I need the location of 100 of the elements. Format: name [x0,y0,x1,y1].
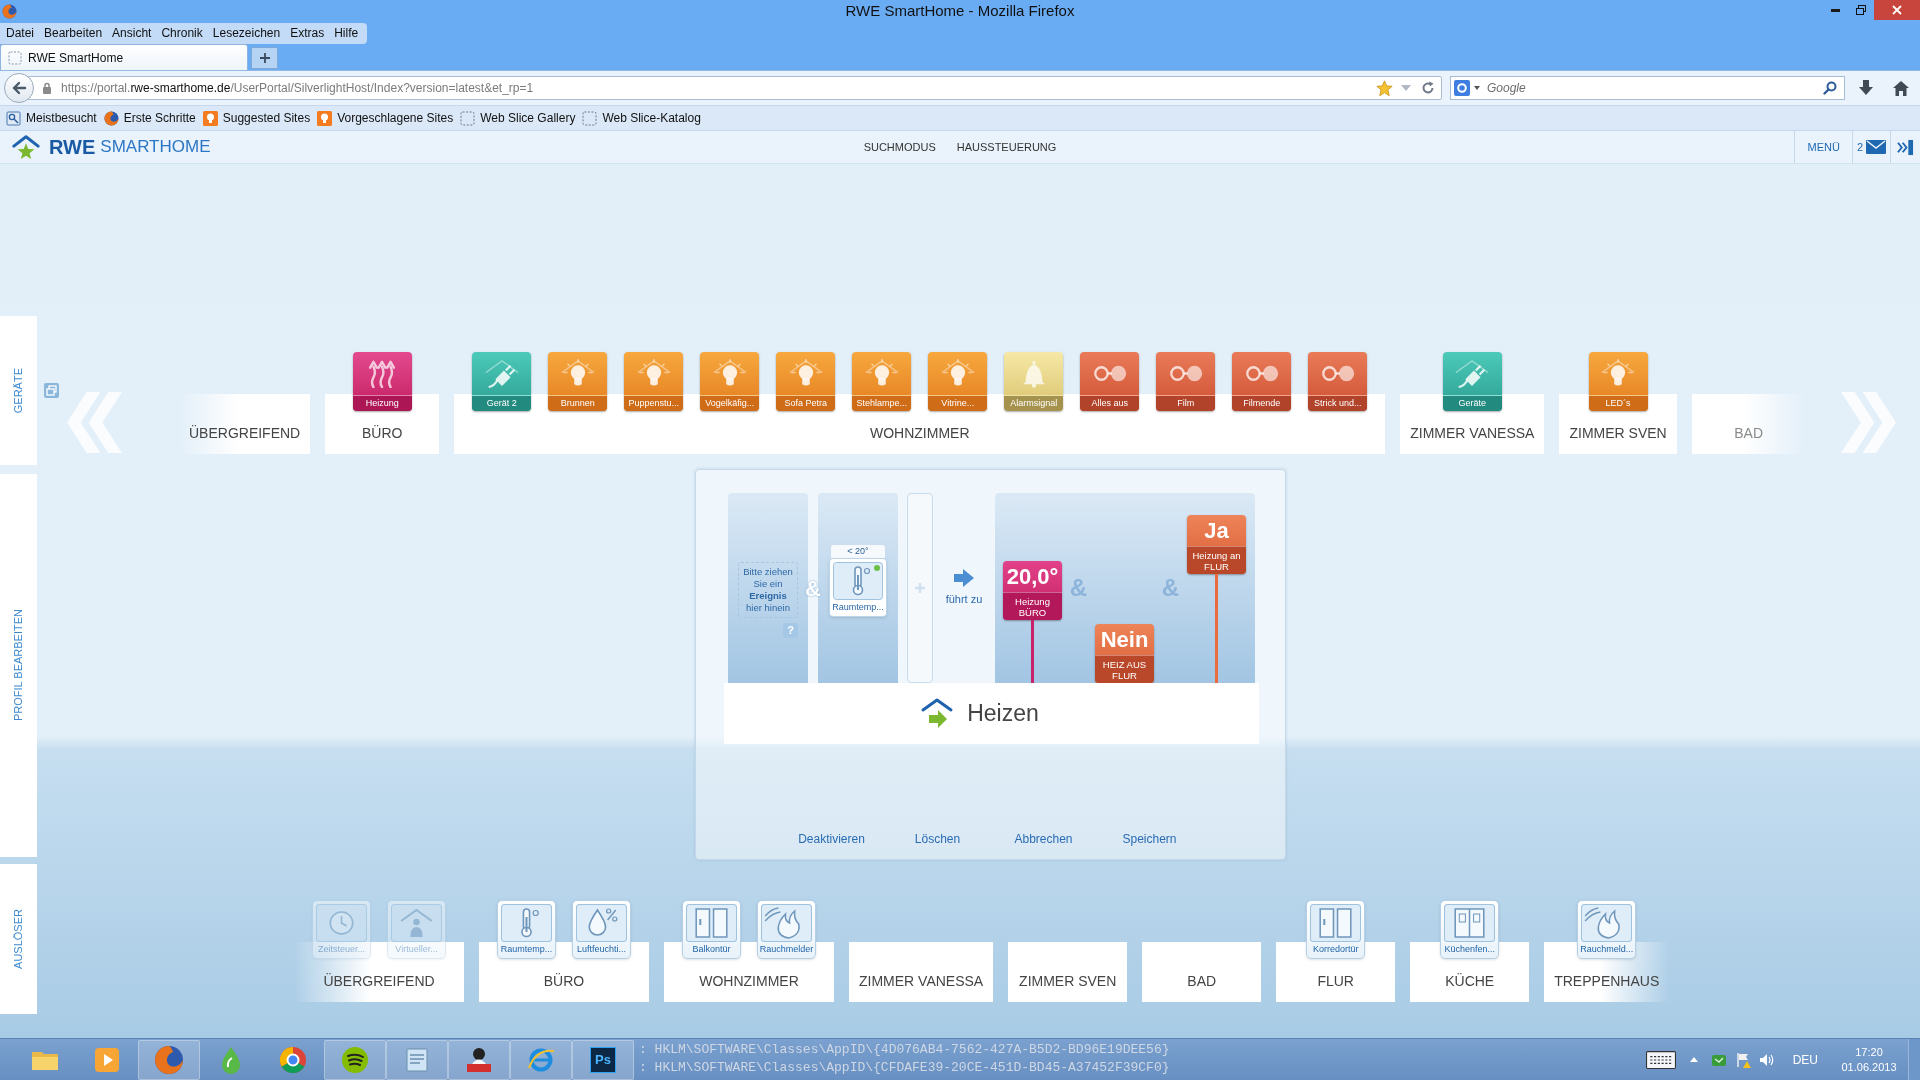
room-label: BÜRO [362,424,403,443]
device-tile[interactable]: Puppenstu... [624,352,684,411]
room-label: ÜBERGREIFEND [189,424,301,443]
room-label: FLUR [1317,972,1354,991]
menu-item[interactable]: Ansicht [107,25,157,41]
address-field[interactable]: https://portal.rwe-smarthome.de/UserPortal/SilverlightHost/Index?version=latest&et_rp=1 [28,76,1442,100]
language-indicator[interactable]: DEU [1792,1050,1818,1069]
menu-item[interactable]: Lesezeichen [207,25,286,41]
link-button[interactable]: Löschen [884,831,991,847]
bookmark-item[interactable]: Web Slice Gallery [460,109,576,127]
and-sign: & [805,574,821,603]
device-tile[interactable]: Vitrine... [928,352,988,411]
side-tab[interactable]: PROFIL BEARBEITEN [0,474,37,857]
bookmark-item[interactable]: Meistbesucht [6,109,97,127]
menu-item[interactable]: Datei [1,25,39,41]
device-tile[interactable]: Brunnen [548,352,608,411]
close-button[interactable] [1874,0,1920,20]
sensor-tile[interactable]: Balkontür [682,900,741,959]
nav-link[interactable]: HAUSSTEUERUNG [956,138,1057,156]
device-tile[interactable]: Film [1156,352,1216,411]
sensor-tile[interactable]: Rauchmelder [757,900,816,959]
back-arrow-icon [11,81,27,95]
event-drop-zone[interactable]: Bitte ziehen Sie ein Ereignis hier hinein [738,562,798,618]
action-tile[interactable]: 20,0° Heizung BÜRO [1003,561,1062,620]
menu-item[interactable]: Chronik [156,25,208,41]
door-icon [1310,904,1362,942]
messages-button[interactable]: 2 [1852,131,1890,163]
nav-link[interactable]: SUCHMODUS [863,138,936,156]
caret-down-icon[interactable] [1474,86,1480,90]
envelope-icon [1866,140,1886,154]
bookmark-item[interactable]: Suggested Sites [202,109,311,127]
caret-up-icon[interactable] [1689,1057,1698,1062]
side-tab[interactable]: AUSLÖSER [0,864,37,1014]
device-tile[interactable]: Stehlampe... [852,352,912,411]
sensor-tile[interactable]: Rauchmeld... [1577,900,1637,959]
bookmark-star-icon[interactable] [1376,79,1393,97]
device-tile[interactable]: LED´s [1588,352,1648,411]
window-icon [1444,904,1496,942]
status-dot-icon [874,565,880,571]
menu-button[interactable]: MENÜ [1795,131,1852,163]
globe-icon [154,1044,184,1075]
restore-icon [1856,5,1866,15]
door-icon [686,904,737,942]
taskbar-button[interactable] [448,1039,510,1080]
link-button[interactable]: Deaktivieren [778,831,885,847]
room-label: ZIMMER SVEN [1569,424,1667,443]
link-button[interactable]: Abbrechen [990,831,1097,847]
link-button[interactable]: Speichern [1096,831,1203,847]
taskbar-button[interactable] [324,1039,386,1080]
home-icon[interactable] [1893,80,1909,96]
close-icon [1892,5,1902,15]
menu-item[interactable]: Hilfe [329,25,364,41]
clock-date: 01.06.2013 [1841,1059,1897,1075]
flame-icon [761,904,812,942]
device-tile[interactable]: Strick und... [1308,352,1368,411]
room-label: KÜCHE [1445,972,1495,991]
stem-line [1031,620,1034,683]
action-tile[interactable]: Ja Heizung an FLUR [1187,515,1246,574]
sensor-tile[interactable]: Korredortür [1306,900,1366,959]
new-tab-button[interactable] [251,47,278,69]
menu-item[interactable]: Bearbeiten [39,25,108,41]
sensor-tile[interactable]: Küchenfen... [1440,900,1500,959]
taskbar-button[interactable]: Ps [572,1039,634,1080]
sensor-tile[interactable]: Raumtemp... [497,900,556,959]
device-tile[interactable]: Alles aus [1080,352,1140,411]
flag-warning-icon[interactable] [1734,1051,1751,1068]
thermometer-icon [833,562,883,600]
browser-tab[interactable]: RWE SmartHome [0,44,248,70]
bookmark-item[interactable]: Web Slice-Katalog [582,109,701,127]
lightbulb-icon [317,110,333,126]
lightbulb-icon [202,110,218,126]
device-tile[interactable]: Gerät 2 [472,352,532,411]
search-engine-icon[interactable] [1454,80,1470,96]
condition-tile[interactable]: Raumtemp... [829,558,887,617]
search-icon[interactable] [1823,81,1837,95]
keyboard-icon[interactable] [1645,1050,1676,1069]
sensor-tile[interactable]: Luftfeuchti... [572,900,631,959]
bookmark-item[interactable]: Vorgeschlagene Sites [317,109,454,127]
reload-icon[interactable] [1421,81,1435,95]
device-tile[interactable]: Sofa Petra [776,352,836,411]
device-tile[interactable]: Filmende [1232,352,1292,411]
bookmark-item[interactable]: Erste Schritte [103,109,196,127]
and-sign: & [1069,573,1088,603]
menu-item[interactable]: Extras [285,25,330,41]
window-title: RWE SmartHome - Mozilla Firefox [845,1,1075,21]
room-label: TREPPENHAUS [1554,972,1660,991]
magnifier-page-icon [6,110,21,126]
side-tab[interactable]: GERÄTE [0,316,37,465]
device-tile[interactable]: Vogelkäfig... [700,352,760,411]
search-field[interactable]: Google [1450,76,1845,100]
dropdown-triangle-icon[interactable] [1401,85,1411,91]
device-tile[interactable]: Geräte [1442,352,1502,411]
download-icon[interactable] [1859,80,1873,96]
action-tile[interactable]: Nein HEIZ AUS FLUR [1095,624,1154,683]
dashed-square-icon [460,110,476,126]
device-tile[interactable]: Alarmsignal [1004,352,1064,411]
device-tile[interactable]: Heizung [352,352,412,411]
clock-time: 17:20 [1855,1044,1883,1060]
back-button[interactable] [4,73,34,103]
overlapping-squares-icon[interactable] [44,383,59,398]
